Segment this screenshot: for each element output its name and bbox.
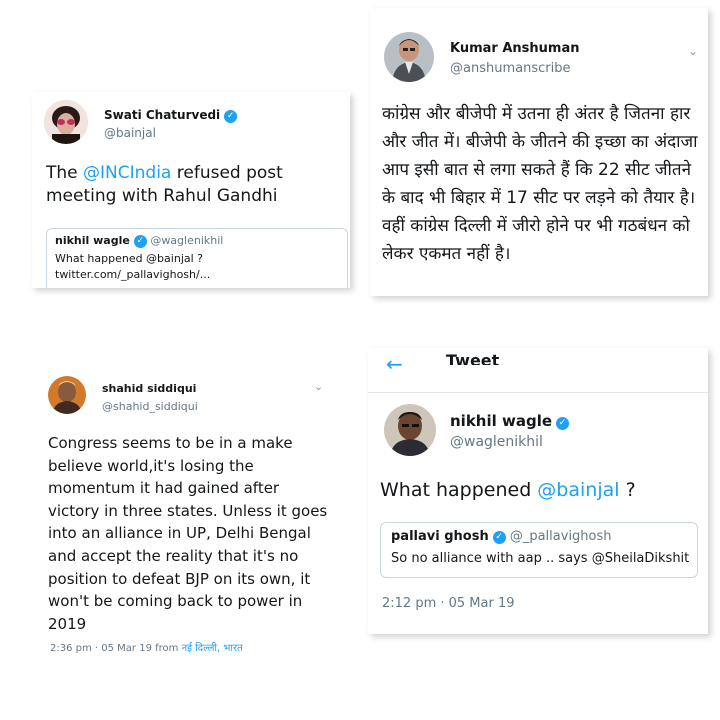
quoted-tweet[interactable]: nikhil wagle ✓ @waglenikhil What happened…	[46, 228, 348, 288]
tweet-card-shahid[interactable]: shahid siddiqui @shahid_siddiqui ⌄ Congr…	[36, 370, 336, 670]
author-handle[interactable]: @waglenikhil	[450, 434, 543, 450]
author-handle[interactable]: @shahid_siddiqui	[102, 400, 198, 413]
author-name[interactable]: shahid siddiqui	[102, 382, 196, 395]
avatar-kumar[interactable]	[384, 32, 434, 82]
quoted-author: nikhil wagle ✓ @waglenikhil	[55, 234, 224, 248]
quoted-tweet[interactable]: pallavi ghosh ✓ @_pallavighosh So no alli…	[380, 522, 698, 578]
verified-icon: ✓	[492, 531, 506, 544]
verified-icon: ✓	[556, 417, 570, 430]
tweet-text: What happened @bainjal ?	[380, 479, 636, 501]
verified-icon: ✓	[133, 235, 147, 248]
avatar-nikhil[interactable]	[384, 404, 436, 456]
tweet-card-swati[interactable]: Swati Chaturvedi ✓ @bainjal The @INCIndia…	[32, 92, 350, 288]
quoted-text: What happened @bainjal ? twitter.com/_pa…	[55, 252, 211, 281]
header-title: Tweet	[446, 352, 500, 365]
author-name[interactable]: Swati Chaturvedi ✓	[104, 108, 238, 123]
quoted-author: pallavi ghosh ✓ @_pallavighosh	[391, 529, 612, 544]
tweet-timestamp: 2:36 pm · 05 Mar 19 from नई दिल्ली, भारत	[50, 643, 243, 654]
header-back-arrow-icon[interactable]: ←	[386, 354, 403, 374]
tweet-card-kumar[interactable]: Kumar Anshuman @anshumanscribe ⌄ कांग्रे…	[370, 8, 708, 296]
chevron-down-icon[interactable]: ⌄	[688, 44, 698, 58]
author-name[interactable]: Kumar Anshuman	[450, 41, 580, 56]
tweet-card-nikhil[interactable]: ← Tweet nikhil wagle ✓ @waglenikhil What …	[368, 348, 708, 634]
author-handle[interactable]: @bainjal	[104, 126, 156, 140]
tweet-text: Congress seems to be in a make believe w…	[48, 434, 328, 633]
avatar-swati[interactable]	[44, 100, 88, 144]
header-divider	[368, 392, 708, 393]
verified-icon: ✓	[224, 110, 238, 123]
tweet-text: कांग्रेस और बीजेपी में उतना ही अंतर है ज…	[382, 104, 698, 264]
mention-link[interactable]: @bainjal	[537, 479, 619, 501]
tweet-timestamp: 2:12 pm · 05 Mar 19	[382, 596, 515, 611]
author-name[interactable]: nikhil wagle ✓	[450, 412, 570, 430]
mention-link[interactable]: @INCIndia	[83, 163, 171, 183]
quoted-text: So no alliance with aap .. says @SheilaD…	[391, 551, 690, 566]
avatar-shahid[interactable]	[48, 376, 86, 414]
chevron-down-icon[interactable]: ⌄	[314, 380, 323, 393]
tweet-text: The @INCIndia refused post meeting with …	[46, 163, 283, 206]
location-link[interactable]: नई दिल्ली, भारत	[182, 643, 243, 654]
author-handle[interactable]: @anshumanscribe	[450, 61, 570, 76]
